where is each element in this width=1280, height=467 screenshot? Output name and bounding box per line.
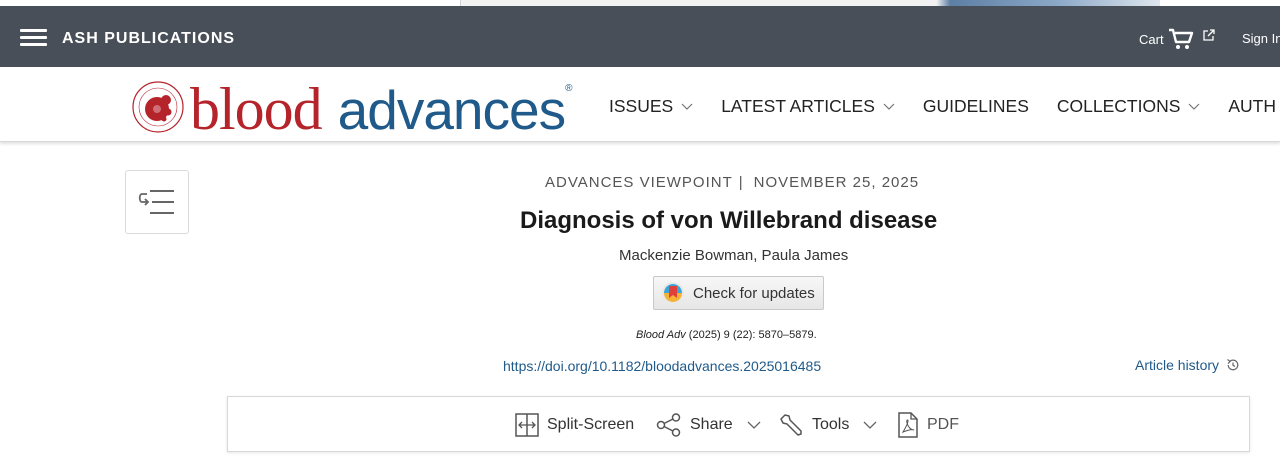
split-screen-icon (515, 413, 539, 437)
chevron-down-icon (1188, 103, 1200, 110)
ash-publications-bar: ASH PUBLICATIONS Cart Sign In (0, 6, 1280, 67)
nav-guidelines[interactable]: GUIDELINES (923, 96, 1029, 117)
nav-issues-label: ISSUES (609, 96, 674, 116)
external-link-icon (1202, 29, 1215, 41)
chevron-down-icon (747, 421, 761, 429)
article-history-button[interactable]: Article history (1135, 357, 1240, 373)
table-of-contents-button[interactable] (125, 170, 189, 234)
ash-seal-icon (132, 81, 184, 133)
share-icon (656, 413, 681, 437)
article-type: ADVANCES VIEWPOINT (545, 174, 733, 191)
nav-latest-articles-label: LATEST ARTICLES (721, 96, 875, 116)
article-date: NOVEMBER 25, 2025 (753, 174, 920, 191)
nav-authors[interactable]: AUTH (1228, 96, 1276, 117)
nav-latest-articles[interactable]: LATEST ARTICLES (721, 96, 895, 117)
meta-separator: | (738, 174, 744, 191)
cart-label: Cart (1139, 31, 1164, 47)
citation-details: (2025) 9 (22): 5870–5879. (685, 329, 817, 341)
split-screen-button[interactable]: Split-Screen (515, 411, 634, 439)
wrench-icon (780, 414, 802, 436)
check-for-updates-button[interactable]: Check for updates (653, 276, 824, 310)
journal-nav: ISSUES LATEST ARTICLES GUIDELINES COLLEC… (609, 96, 1280, 117)
citation-journal: Blood Adv (636, 329, 686, 341)
split-screen-label: Split-Screen (547, 416, 635, 433)
citation: Blood Adv (2025) 9 (22): 5870–5879. (636, 329, 817, 341)
chevron-down-icon (863, 421, 877, 429)
registered-mark: ® (565, 83, 573, 94)
share-label: Share (690, 416, 733, 433)
doi-link[interactable]: https://doi.org/10.1182/bloodadvances.20… (503, 358, 821, 374)
article-meta: ADVANCES VIEWPOINT | NOVEMBER 25, 2025 (545, 174, 919, 191)
journal-header: blood advances ® ISSUES LATEST ARTICLES … (0, 67, 1280, 142)
nav-collections-label: COLLECTIONS (1056, 96, 1181, 116)
logo-word-blood: blood (190, 76, 323, 142)
article-title: Diagnosis of von Willebrand disease (520, 207, 938, 234)
hamburger-menu-icon[interactable] (20, 29, 47, 47)
chevron-down-icon (883, 103, 895, 110)
nav-guidelines-label: GUIDELINES (922, 96, 1029, 116)
sign-in-link[interactable]: Sign In (1242, 31, 1280, 46)
pdf-label: PDF (927, 416, 959, 433)
nav-issues[interactable]: ISSUES (609, 96, 693, 117)
blood-advances-logo[interactable]: blood advances ® (130, 75, 573, 142)
tools-button[interactable]: Tools (778, 411, 877, 439)
ash-publications-title[interactable]: ASH PUBLICATIONS (62, 30, 235, 48)
nav-authors-label: AUTH (1228, 96, 1277, 116)
article-toolbar: Split-Screen Share Tools PDF (227, 396, 1250, 452)
article-history-label: Article history (1135, 357, 1220, 373)
check-for-updates-label: Check for updates (693, 284, 815, 302)
toc-toggle-icon (138, 190, 174, 214)
pdf-button[interactable]: PDF (897, 411, 959, 439)
cart-link[interactable]: Cart (1139, 25, 1216, 53)
pdf-file-icon (898, 412, 918, 438)
nav-collections[interactable]: COLLECTIONS (1057, 96, 1201, 117)
article-authors[interactable]: Mackenzie Bowman, Paula James (619, 247, 848, 264)
logo-word-advances: advances (337, 79, 566, 141)
cart-icon (1168, 28, 1193, 49)
share-button[interactable]: Share (656, 411, 761, 439)
crossmark-icon (662, 282, 684, 304)
chevron-down-icon (681, 103, 693, 110)
history-icon (1227, 359, 1239, 371)
tools-label: Tools (812, 416, 850, 433)
